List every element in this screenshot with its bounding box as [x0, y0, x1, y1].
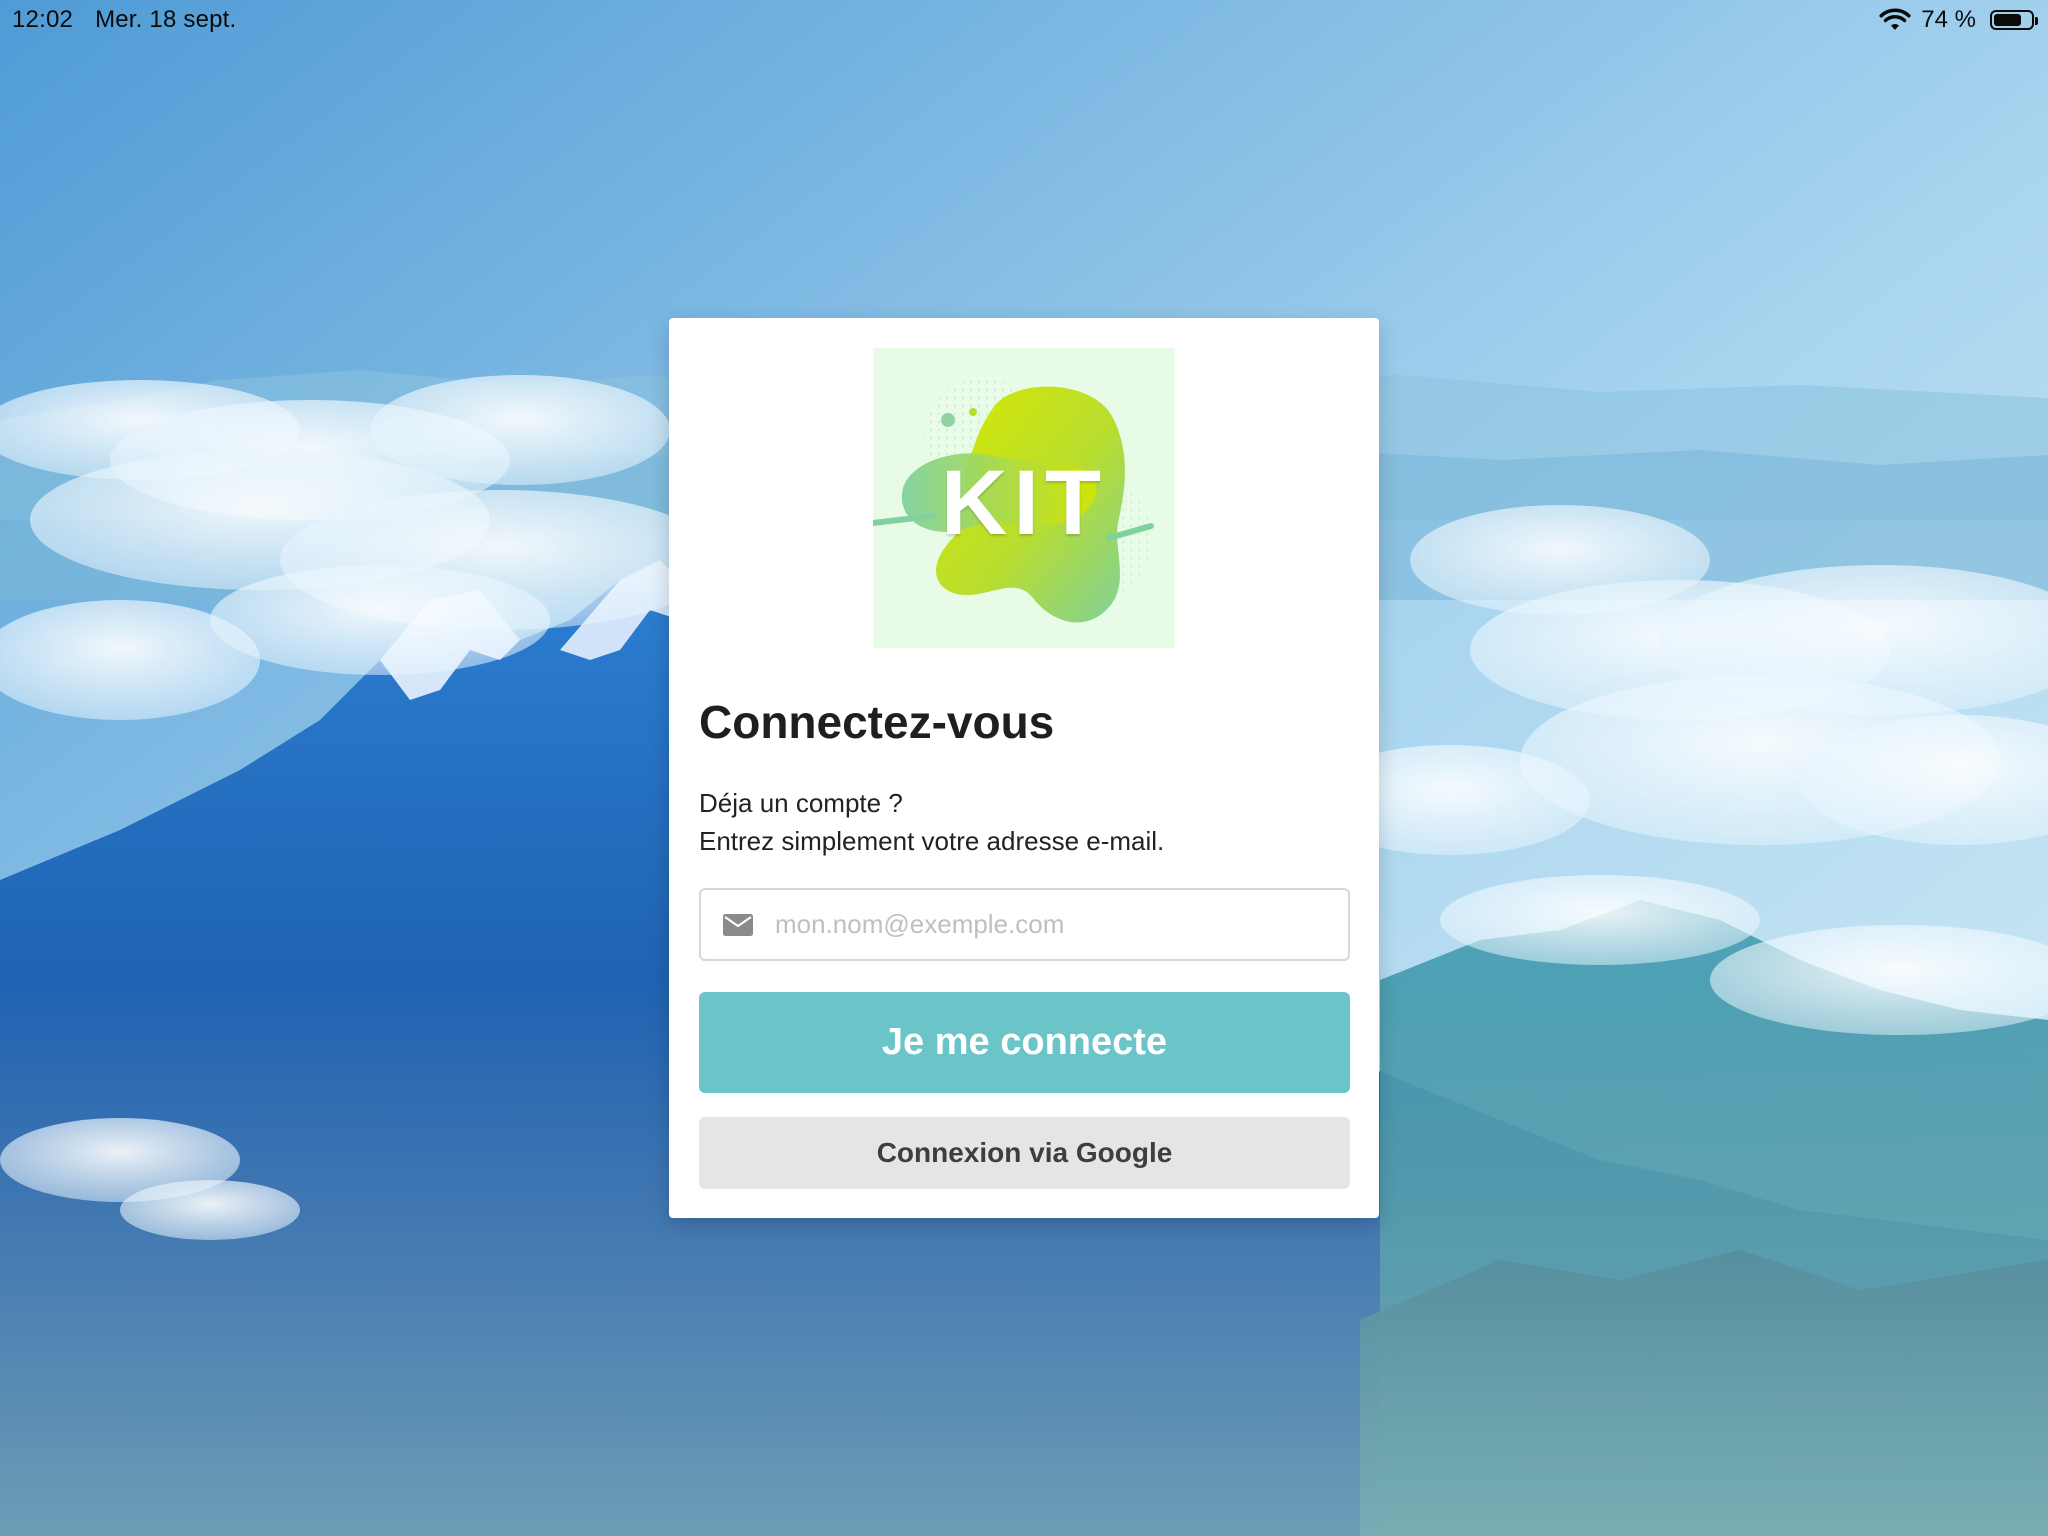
login-instructions: Déja un compte ? Entrez simplement votre…	[699, 784, 1164, 860]
instructions-line-2: Entrez simplement votre adresse e-mail.	[699, 826, 1165, 856]
email-input[interactable]	[773, 889, 1348, 960]
battery-percent: 74 %	[1921, 6, 1976, 33]
email-field[interactable]	[699, 888, 1350, 961]
page-title: Connectez-vous	[699, 696, 1055, 748]
battery-level-fill	[1994, 14, 2021, 26]
status-time: 12:02	[12, 6, 74, 33]
login-card: KIT Connectez-vous Déja un compte ? Entr…	[669, 318, 1379, 1218]
envelope-icon	[723, 913, 753, 936]
login-button[interactable]: Je me connecte	[699, 992, 1350, 1093]
google-login-button[interactable]: Connexion via Google	[699, 1117, 1350, 1189]
status-right: 74 %	[1879, 0, 2038, 40]
status-bar: 12:02 Mer. 18 sept. 74 %	[0, 0, 2048, 40]
wifi-icon	[1879, 8, 1911, 32]
status-date: Mer. 18 sept.	[95, 6, 237, 33]
battery-icon	[1990, 10, 2038, 30]
instructions-line-1: Déja un compte ?	[699, 788, 903, 818]
logo-text: KIT	[940, 452, 1108, 554]
app-logo: KIT	[873, 348, 1175, 648]
status-left: 12:02 Mer. 18 sept.	[12, 0, 236, 40]
